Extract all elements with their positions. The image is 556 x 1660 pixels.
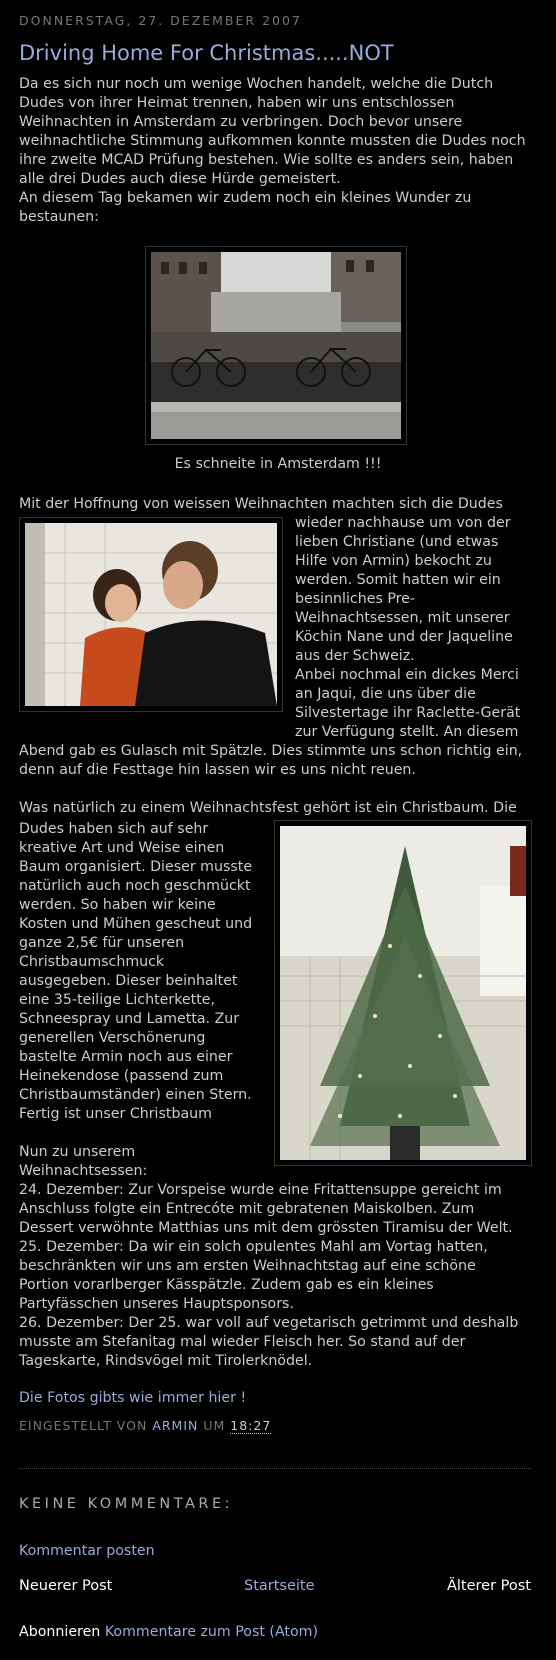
christmas-tree-photo[interactable] — [274, 820, 532, 1166]
divider — [19, 1468, 531, 1469]
dinner-tail-text: Abend gab es Gulasch mit Spätzle. Dies s… — [19, 742, 522, 780]
blog-post-page: DONNERSTAG, 27. DEZEMBER 2007 Driving Ho… — [0, 0, 556, 1660]
text-line: Dessert verwöhnte Matthias uns mit dem g… — [19, 1220, 513, 1236]
text-line: Köchin Nane und der Jaqueline — [295, 629, 513, 645]
at-label: UM — [203, 1418, 226, 1433]
post-title[interactable]: Driving Home For Christmas.....NOT — [19, 41, 394, 65]
text-line: Heinekendose (passend zum — [19, 1068, 224, 1084]
post-footer: EINGESTELLT VON ARMIN UM 18:27 — [19, 1418, 272, 1434]
older-post-link[interactable]: Älterer Post — [447, 1578, 531, 1594]
text-line: bestaunen: — [19, 209, 99, 225]
menu-text: 24. Dezember: Zur Vorspeise wurde eine F… — [19, 1181, 518, 1371]
text-line: generellen Verschönerung — [19, 1030, 206, 1046]
text-line: zur Verfügung stellt. An diesem — [295, 724, 519, 740]
intro-text: Da es sich nur noch um wenige Wochen han… — [19, 75, 526, 227]
text-line: Hilfe von Armin) bekocht zu — [295, 553, 492, 569]
text-line: Anbei nochmal ein dickes Merci — [295, 667, 519, 683]
text-line: Dudes haben sich auf sehr — [19, 821, 209, 837]
home-link[interactable]: Startseite — [244, 1578, 315, 1594]
text-line: Weihnachtsessen, mit unserer — [295, 610, 510, 626]
text-line: Da es sich nur noch um wenige Wochen han… — [19, 76, 494, 92]
amsterdam-canal-photo[interactable] — [145, 246, 407, 445]
text-line: Christbaumschmuck — [19, 954, 165, 970]
text-line: 25. Dezember: Da wir ein solch opulentes… — [19, 1239, 488, 1255]
comments-heading: KEINE KOMMENTARE: — [19, 1496, 233, 1512]
newer-post-link[interactable]: Neuerer Post — [19, 1578, 112, 1594]
text-line: bastelte Armin noch aus einer — [19, 1049, 233, 1065]
subscribe-line: Abonnieren Kommentare zum Post (Atom) — [19, 1623, 318, 1642]
text-line: Schneespray und Lametta. Zur — [19, 1011, 240, 1027]
text-line: wieder nachhause um von der — [295, 515, 511, 531]
text-line: werden. So haben wir keine — [19, 897, 216, 913]
author-link[interactable]: ARMIN — [152, 1418, 198, 1433]
text-line: ausgegeben. Dieser beinhaltet — [19, 973, 238, 989]
text-line: Dudes von ihrer Heimat trennen, haben wi… — [19, 95, 455, 111]
text-line: 26. Dezember: Der 25. war voll auf veget… — [19, 1315, 519, 1331]
post-comment-link[interactable]: Kommentar posten — [19, 1542, 155, 1561]
text-line: Portion vorarlberger Kässpätzle. Zudem g… — [19, 1277, 434, 1293]
christmas-tree-image — [280, 826, 526, 1160]
date-header: DONNERSTAG, 27. DEZEMBER 2007 — [19, 13, 302, 28]
text-line: ihre zweite MCAD Prüfung bestehen. Wie s… — [19, 152, 514, 168]
text-line: beschränkten wir uns am ersten Weihnacht… — [19, 1258, 476, 1274]
text-line: denn auf die Festtage hin lassen wir es … — [19, 762, 416, 778]
text-line — [19, 1124, 252, 1143]
text-line: besinnliches Pre- — [295, 591, 416, 607]
subscribe-label: Abonnieren — [19, 1624, 101, 1640]
text-line: alle drei Dudes auch diese Hürde gemeist… — [19, 171, 341, 187]
text-line: Anschluss folgte ein Entrecóte mit gebra… — [19, 1201, 475, 1217]
text-line: musste am Stefanitag mal wieder Fleisch … — [19, 1334, 466, 1350]
text-line: Baum organisiert. Dieser musste — [19, 859, 253, 875]
text-line: Christbaumständer) einen Stern. — [19, 1087, 252, 1103]
text-line: weihnachtliche Stimmung aufkommen konnte… — [19, 133, 526, 149]
text-line: Silvestertage ihr Raclette-Gerät — [295, 705, 521, 721]
dinner-first-line: Mit der Hoffnung von weissen Weihnachten… — [19, 496, 503, 512]
text-line: eine 35-teilige Lichterkette, — [19, 992, 215, 1008]
tree-side-text: Dudes haben sich auf sehr kreative Art un… — [19, 820, 252, 1181]
text-line: ganze 2,5€ für unseren — [19, 935, 185, 951]
text-line: natürlich auch noch geschmückt — [19, 878, 251, 894]
text-line: werden. Somit hatten wir ein — [295, 572, 501, 588]
posted-by-label: EINGESTELLT VON — [19, 1418, 148, 1433]
text-line: aus der Schweiz. — [295, 648, 415, 664]
text-line: 24. Dezember: Zur Vorspeise wurde eine F… — [19, 1182, 502, 1198]
text-line: Weihnachtsessen: — [19, 1163, 148, 1179]
amsterdam-canal-image — [151, 252, 401, 439]
text-line: Nun zu unserem — [19, 1144, 136, 1160]
dinner-people-image — [25, 523, 277, 706]
text-line: Fertig ist unser Christbaum — [19, 1106, 212, 1122]
text-line: Tageskarte, Rindsvögel mit Tirolerknödel… — [19, 1353, 313, 1369]
photos-link[interactable]: Die Fotos gibts wie immer hier ! — [19, 1389, 246, 1408]
dinner-people-photo[interactable] — [19, 517, 283, 712]
tree-first-line: Was natürlich zu einem Weihnachtsfest ge… — [19, 800, 517, 816]
subscribe-atom-link[interactable]: Kommentare zum Post (Atom) — [105, 1624, 318, 1640]
text-line: Abend gab es Gulasch mit Spätzle. Dies s… — [19, 743, 523, 759]
text-line: an Jaqui, die uns über die — [295, 686, 476, 702]
text-line: lieben Christiane (und etwas — [295, 534, 499, 550]
photo-caption: Es schneite in Amsterdam !!! — [174, 456, 382, 472]
text-line: An diesem Tag bekamen wir zudem noch ein… — [19, 190, 472, 206]
post-time-link[interactable]: 18:27 — [230, 1418, 272, 1434]
text-line: Kosten und Mühen gescheut und — [19, 916, 253, 932]
text-line: Weihnachten in Amsterdam zu verbringen. … — [19, 114, 463, 130]
text-line: Partyfässchen unseres Hauptsponsors. — [19, 1296, 294, 1312]
text-line: kreative Art und Weise einen — [19, 840, 225, 856]
dinner-side-text: wieder nachhause um von der lieben Christ… — [295, 514, 520, 742]
